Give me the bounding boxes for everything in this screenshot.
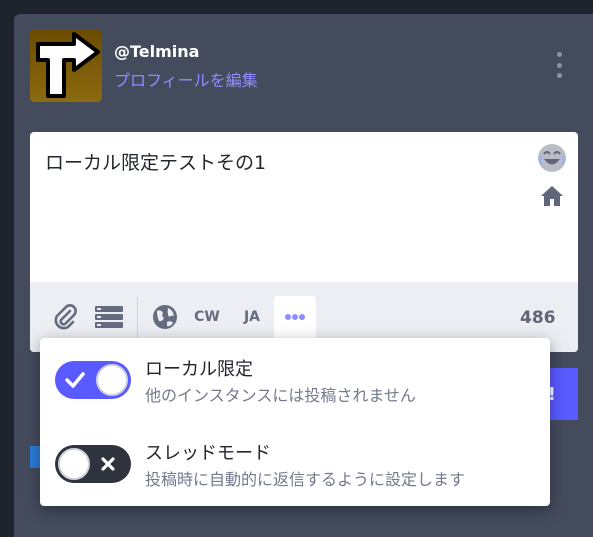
account-username: @Telmina <box>114 42 200 61</box>
globe-icon[interactable] <box>150 302 180 332</box>
compose-textarea[interactable]: ローカル限定テストその1 <box>45 148 266 175</box>
option-title: ローカル限定 <box>145 359 253 380</box>
ellipsis-icon <box>285 314 305 320</box>
language-button[interactable]: JA <box>237 304 267 330</box>
content-warning-button[interactable]: CW <box>192 304 222 330</box>
close-icon <box>101 457 115 471</box>
toggle-knob <box>96 364 128 396</box>
more-options-icon[interactable] <box>552 52 566 78</box>
toggle-knob <box>58 448 90 480</box>
check-icon <box>65 372 85 388</box>
compose-options-dropdown: ローカル限定 他のインスタンスには投稿されません スレッドモード 投稿時に自動的… <box>40 338 550 506</box>
option-description: 投稿時に自動的に返信するように設定します <box>145 470 466 489</box>
thread-mode-toggle[interactable] <box>55 445 131 483</box>
character-counter: 486 <box>520 308 556 328</box>
home-icon[interactable] <box>539 184 565 208</box>
avatar-arrow-logo <box>36 32 100 98</box>
option-thread-mode[interactable]: スレッドモード 投稿時に自動的に返信するように設定します <box>40 422 550 506</box>
local-only-toggle[interactable] <box>55 361 131 399</box>
toolbar-divider <box>137 297 138 337</box>
poll-icon[interactable] <box>94 302 124 332</box>
option-local-only[interactable]: ローカル限定 他のインスタンスには投稿されません <box>40 338 550 422</box>
more-options-button[interactable] <box>274 296 316 338</box>
compose-form: ローカル限定テストその1 CW JA 486 <box>30 132 578 352</box>
avatar[interactable] <box>30 30 102 102</box>
emoji-picker-icon[interactable] <box>536 142 568 174</box>
edit-profile-link[interactable]: プロフィールを編集 <box>114 67 258 91</box>
attachment-icon[interactable] <box>50 302 80 332</box>
option-title: スレッドモード <box>145 443 271 464</box>
option-description: 他のインスタンスには投稿されません <box>145 386 416 405</box>
